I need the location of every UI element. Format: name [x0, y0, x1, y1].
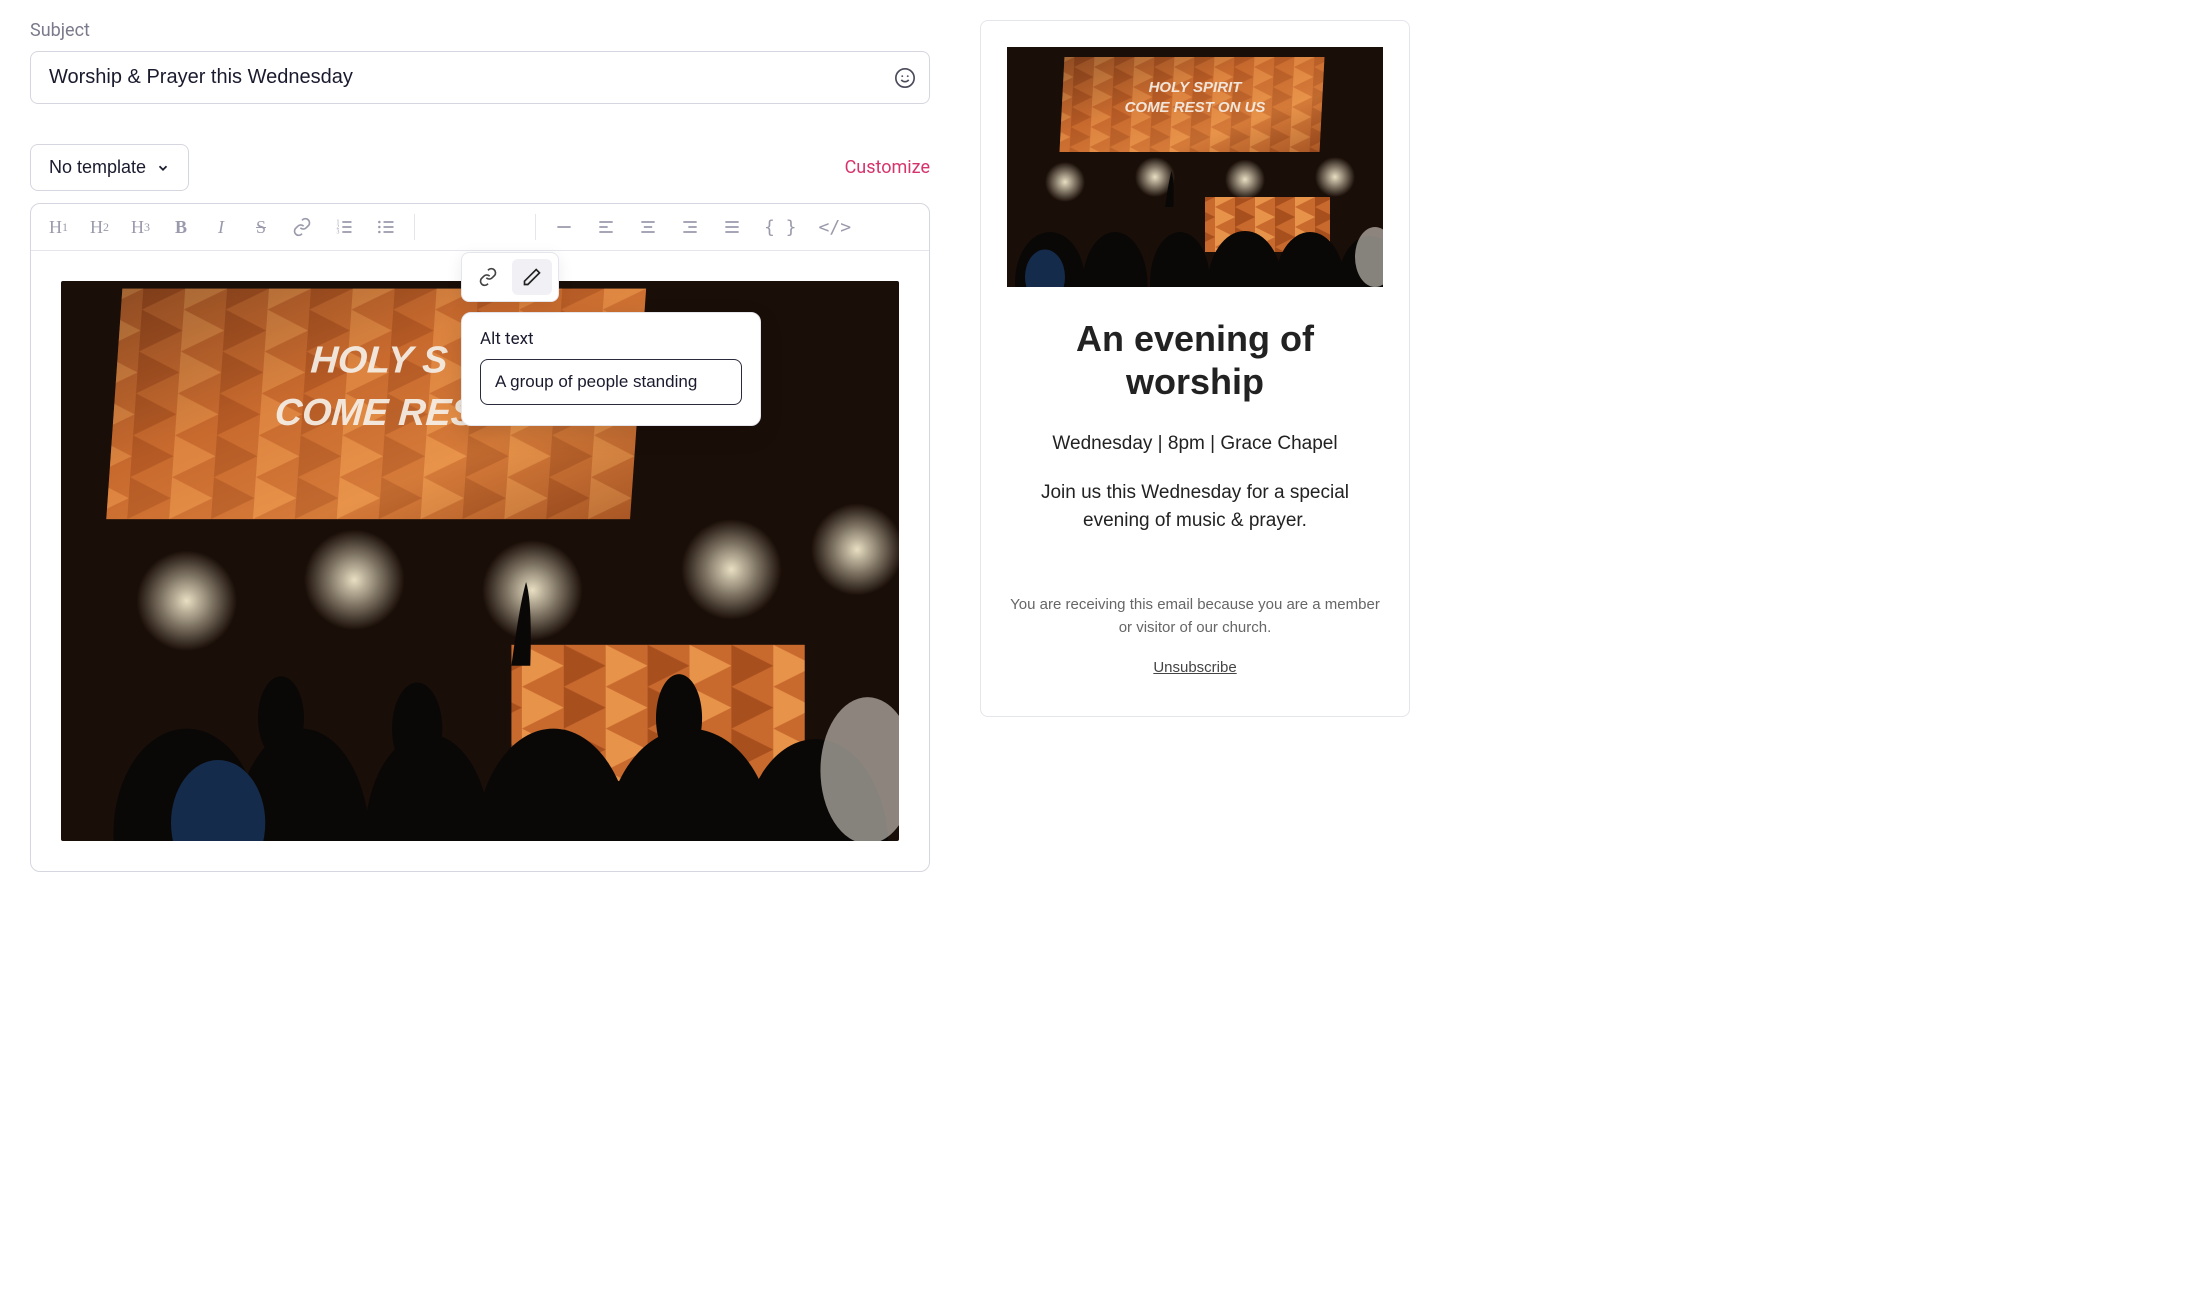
editor-screen-line1: HOLY S	[309, 338, 449, 380]
image-link-button[interactable]	[468, 259, 508, 295]
align-justify-button[interactable]	[714, 210, 750, 244]
italic-button[interactable]: I	[204, 210, 238, 244]
alt-text-label: Alt text	[480, 329, 742, 349]
unordered-list-button[interactable]	[368, 210, 404, 244]
align-center-icon	[638, 217, 658, 237]
align-left-icon	[596, 217, 616, 237]
subject-label: Subject	[30, 20, 930, 41]
align-left-button[interactable]	[588, 210, 624, 244]
preview-subtitle: Wednesday | 8pm | Grace Chapel	[1007, 433, 1383, 455]
svg-text:COME REST ON US: COME REST ON US	[1125, 99, 1266, 116]
toolbar-separator	[414, 214, 415, 240]
svg-text:HOLY S: HOLY S	[309, 338, 449, 380]
link-icon	[292, 217, 312, 237]
preview-screen-line2: COME REST ON US	[1125, 99, 1266, 116]
link-button[interactable]	[284, 210, 320, 244]
alt-text-input[interactable]	[480, 359, 742, 405]
heading3-button[interactable]: H3	[123, 210, 158, 244]
strikethrough-button[interactable]: S	[244, 210, 278, 244]
email-preview: HOLY SPIRIT COME REST ON US	[980, 20, 1410, 717]
link-icon	[478, 267, 498, 287]
image-floating-toolbar	[461, 252, 559, 302]
smile-icon	[894, 67, 916, 89]
preview-footer-text: You are receiving this email because you…	[1007, 594, 1383, 639]
image-edit-button[interactable]	[512, 259, 552, 295]
customize-link[interactable]: Customize	[845, 157, 930, 178]
svg-text:COME RES: COME RES	[274, 391, 478, 433]
unordered-list-icon	[376, 217, 396, 237]
bold-button[interactable]: B	[164, 210, 198, 244]
emoji-picker-button[interactable]	[894, 67, 916, 89]
subject-input[interactable]	[30, 51, 930, 104]
toolbar-separator	[535, 214, 536, 240]
template-dropdown-label: No template	[49, 157, 146, 178]
svg-text:HOLY SPIRIT: HOLY SPIRIT	[1149, 79, 1244, 96]
heading2-button[interactable]: H2	[82, 210, 117, 244]
rich-text-editor: H1 H2 H3 B I S 123	[30, 203, 930, 872]
preview-hero-image: HOLY SPIRIT COME REST ON US	[1007, 47, 1383, 287]
editor-screen-line2: COME RES	[274, 391, 478, 433]
html-button[interactable]: </>	[811, 210, 860, 244]
pencil-icon	[522, 267, 542, 287]
align-right-icon	[680, 217, 700, 237]
heading1-button[interactable]: H1	[41, 210, 76, 244]
unsubscribe-link[interactable]: Unsubscribe	[1007, 659, 1383, 676]
preview-screen-line1: HOLY SPIRIT	[1149, 79, 1244, 96]
align-center-button[interactable]	[630, 210, 666, 244]
template-dropdown[interactable]: No template	[30, 144, 189, 191]
code-block-button[interactable]: { }	[756, 210, 805, 244]
svg-text:3: 3	[337, 230, 340, 236]
preview-title: An evening of worship	[1007, 317, 1383, 403]
preview-body-text: Join us this Wednesday for a special eve…	[1007, 479, 1383, 534]
ordered-list-button[interactable]: 123	[326, 210, 362, 244]
align-right-button[interactable]	[672, 210, 708, 244]
chevron-down-icon	[156, 161, 170, 175]
align-justify-icon	[722, 217, 742, 237]
ordered-list-icon: 123	[334, 217, 354, 237]
horizontal-rule-icon	[554, 217, 574, 237]
editor-toolbar: H1 H2 H3 B I S 123	[31, 204, 929, 251]
horizontal-rule-button[interactable]	[546, 210, 582, 244]
alt-text-popover: Alt text	[461, 312, 761, 426]
